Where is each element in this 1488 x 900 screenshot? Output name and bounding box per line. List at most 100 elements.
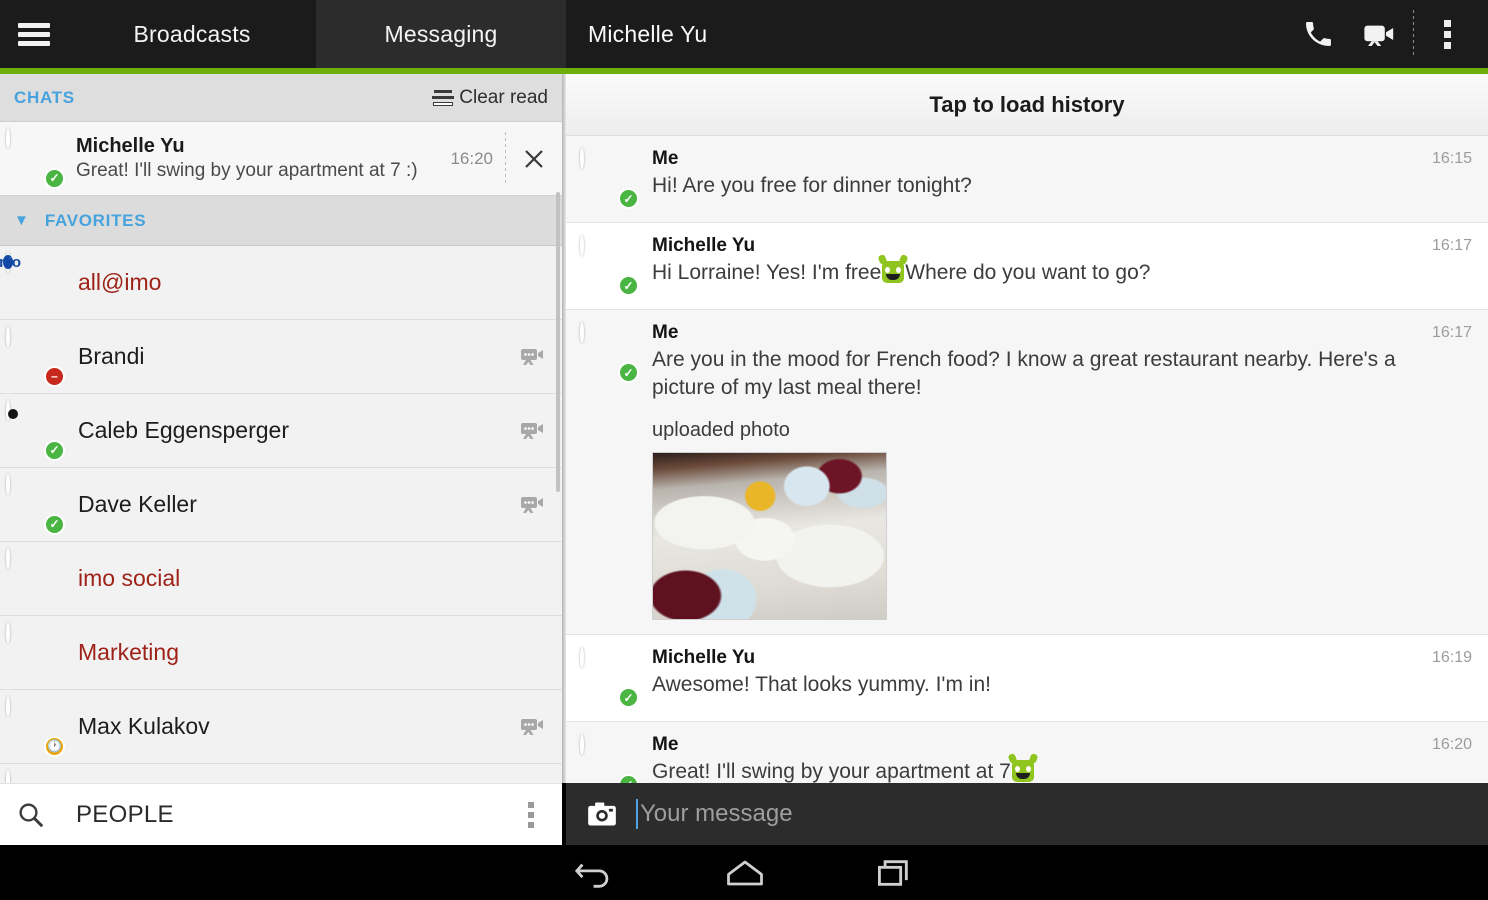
nav-recents-button[interactable] <box>820 856 970 890</box>
avatar: ✓ <box>580 235 639 296</box>
message-photo[interactable] <box>652 452 887 621</box>
message-input[interactable]: Your message <box>622 799 1472 829</box>
uploaded-photo-label: uploaded photo <box>652 419 790 442</box>
favorite-item-brandi[interactable]: – Brandi <box>0 320 562 394</box>
sidebar-scrollbar[interactable] <box>556 192 560 492</box>
message-text: Hi Lorraine! Yes! I'm free Where do you w… <box>652 259 1404 287</box>
message-body: Me Great! I'll swing by your apartment a… <box>638 734 1474 783</box>
android-nav-bar <box>0 845 1488 900</box>
favorite-item-caleb[interactable]: ✓ Caleb Eggensperger <box>0 394 562 468</box>
message-row: ✓ Michelle Yu Hi Lorraine! Yes! I'm free… <box>566 223 1488 310</box>
load-history-label: Tap to load history <box>929 91 1125 117</box>
phone-icon <box>1306 22 1331 46</box>
toolbar-divider <box>1413 10 1414 58</box>
camera-icon <box>588 802 616 826</box>
message-row: ✓ Me Are you in the mood for French food… <box>566 310 1488 636</box>
favorite-item-label: Brandi <box>78 343 145 369</box>
favorite-item-max[interactable]: 🕐 Max Kulakov <box>0 690 562 764</box>
chat-list-item[interactable]: ✓ Michelle Yu Great! I'll swing by your … <box>0 122 562 196</box>
tab-messaging-label: Messaging <box>384 20 498 47</box>
video-call-button[interactable] <box>506 345 562 369</box>
home-icon <box>727 860 763 885</box>
favorite-item-all-imo[interactable]: imo all@imo <box>0 246 562 320</box>
status-badge-online: ✓ <box>618 362 639 383</box>
favorites-title: FAVORITES <box>44 210 147 230</box>
avatar: 🕐 <box>6 695 65 757</box>
message-text-part: Great! I'll swing by your apartment at 7 <box>652 760 1011 783</box>
status-badge-online: ✓ <box>618 774 639 783</box>
avatar: ✓ <box>6 127 65 189</box>
overflow-menu-button[interactable] <box>1416 0 1478 68</box>
favorite-item-dave[interactable]: ✓ Dave Keller <box>0 468 562 542</box>
video-call-button[interactable] <box>1349 0 1411 68</box>
chat-item-name: Michelle Yu <box>76 135 185 157</box>
message-text: Awesome! That looks yummy. I'm in! <box>652 673 991 697</box>
chats-header: CHATS Clear read <box>0 74 562 122</box>
chat-item-time: 16:20 <box>450 148 493 168</box>
video-call-button[interactable] <box>506 715 562 739</box>
favorite-item-label: imo social <box>78 565 181 591</box>
video-call-button[interactable] <box>506 493 562 517</box>
video-call-button[interactable] <box>506 419 562 443</box>
favorite-item-imo-social[interactable]: imo social <box>0 542 562 616</box>
message-sender: Me <box>652 322 679 343</box>
close-chat-button[interactable] <box>506 122 562 196</box>
message-body: Michelle Yu Awesome! That looks yummy. I… <box>638 647 1474 707</box>
avatar: ✓ <box>580 734 639 783</box>
avatar <box>6 621 64 682</box>
stacked-lines-icon <box>432 89 455 106</box>
conversation-title: Michelle Yu <box>566 0 1287 68</box>
monster-emoji-icon <box>1011 760 1034 783</box>
favorite-item-label: Marketing <box>78 639 179 665</box>
conversation-title-text: Michelle Yu <box>588 20 708 47</box>
message-text: Hi! Are you free for dinner tonight? <box>652 174 972 197</box>
message-time: 16:17 <box>1431 237 1472 254</box>
status-badge-online: ✓ <box>44 439 65 461</box>
app-root: Broadcasts Messaging Michelle Yu CHATS C… <box>0 0 1488 900</box>
voice-call-button[interactable] <box>1287 0 1349 68</box>
avatar <box>6 769 64 783</box>
status-badge-online: ✓ <box>618 275 639 296</box>
avatar: – <box>6 325 65 387</box>
status-badge-away: 🕐 <box>44 735 65 757</box>
status-badge-online: ✓ <box>44 167 65 189</box>
video-camera-icon <box>521 422 543 439</box>
message-row: ✓ Me Great! I'll swing by your apartment… <box>566 722 1488 783</box>
monster-emoji-icon <box>882 261 905 283</box>
video-camera-icon <box>521 718 543 735</box>
load-history-button[interactable]: Tap to load history <box>566 74 1488 136</box>
clear-read-button[interactable]: Clear read <box>432 87 548 109</box>
nav-back-button[interactable] <box>520 856 670 890</box>
menu-button[interactable] <box>0 0 68 68</box>
avatar: ✓ <box>580 322 639 383</box>
tab-messaging[interactable]: Messaging <box>316 0 566 68</box>
nav-home-button[interactable] <box>670 856 820 890</box>
favorite-item-partial[interactable] <box>0 764 562 783</box>
camera-button[interactable] <box>582 801 622 827</box>
conversation-panel: Tap to load history ✓ Me Hi! Are you fre… <box>566 74 1488 783</box>
message-sender: Michelle Yu <box>652 235 756 256</box>
topbar-actions <box>1287 0 1488 68</box>
status-badge-busy: – <box>44 365 65 387</box>
video-camera-icon <box>1364 25 1394 46</box>
favorite-item-marketing[interactable]: Marketing <box>0 616 562 690</box>
message-row: ✓ Michelle Yu Awesome! That looks yummy.… <box>566 635 1488 723</box>
favorites-header[interactable]: ▼ FAVORITES <box>0 196 562 246</box>
chats-title: CHATS <box>14 87 75 107</box>
chevron-down-icon: ▼ <box>14 212 29 229</box>
message-time: 16:17 <box>1431 324 1472 341</box>
message-time: 16:19 <box>1431 649 1472 667</box>
message-input-bar: Your message <box>566 783 1488 845</box>
top-app-bar: Broadcasts Messaging Michelle Yu <box>0 0 1488 68</box>
tab-broadcasts-label: Broadcasts <box>133 20 251 47</box>
video-camera-icon <box>521 496 543 513</box>
message-body: Me Hi! Are you free for dinner tonight? <box>638 148 1474 208</box>
message-sender: Me <box>652 734 679 756</box>
people-overflow-button[interactable] <box>516 801 546 828</box>
video-camera-icon <box>521 348 543 365</box>
favorite-item-label: Caleb Eggensperger <box>78 417 289 443</box>
sidebar: CHATS Clear read ✓ Michelle Yu Great! I'… <box>0 74 562 783</box>
people-search-bar[interactable]: PEOPLE <box>0 783 562 845</box>
tab-broadcasts[interactable]: Broadcasts <box>68 0 316 68</box>
close-icon <box>525 149 543 168</box>
